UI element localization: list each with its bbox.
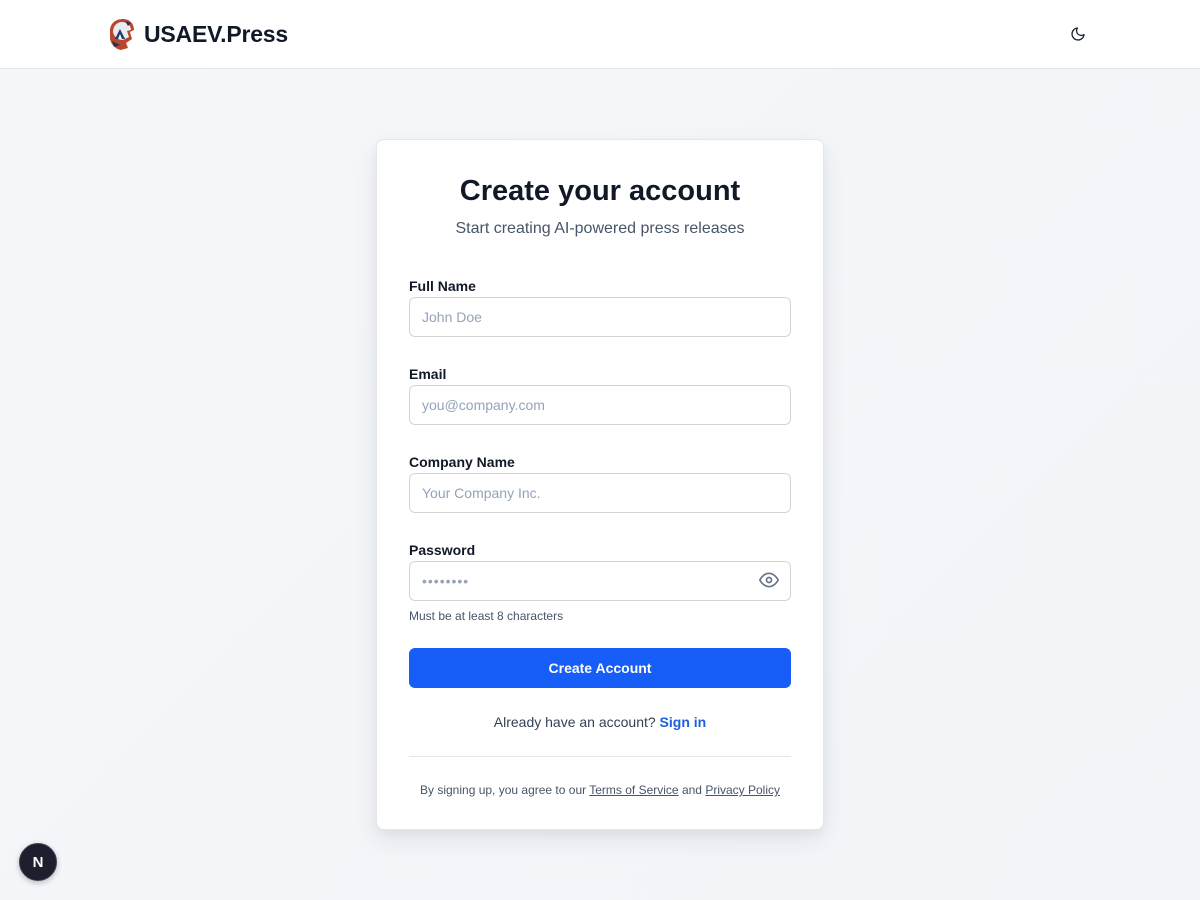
full-name-input[interactable] xyxy=(409,297,791,337)
terms-of-service-link[interactable]: Terms of Service xyxy=(589,783,678,797)
password-input[interactable] xyxy=(409,561,791,601)
eye-icon xyxy=(759,572,779,588)
page-title: Create your account xyxy=(459,175,741,207)
signin-link[interactable]: Sign in xyxy=(660,714,707,730)
legal-notice: By signing up, you agree to our Terms of… xyxy=(377,783,823,797)
password-label: Password xyxy=(409,542,476,558)
theme-toggle-button[interactable] xyxy=(1064,20,1092,48)
divider xyxy=(409,756,791,757)
page-subtitle: Start creating AI-powered press releases xyxy=(455,220,745,237)
signup-card: Create your account Start creating AI-po… xyxy=(376,139,824,830)
create-account-button[interactable]: Create Account xyxy=(409,648,791,688)
full-name-label: Full Name xyxy=(409,278,476,294)
legal-and: and xyxy=(681,783,702,797)
show-password-button[interactable] xyxy=(757,568,781,592)
brand[interactable]: USAEV.Press xyxy=(106,16,288,52)
email-input[interactable] xyxy=(409,385,791,425)
moon-icon xyxy=(1071,27,1085,41)
top-navbar: USAEV.Press xyxy=(0,0,1200,69)
signin-prompt: Already have an account? xyxy=(493,714,656,730)
privacy-policy-link[interactable]: Privacy Policy xyxy=(705,783,780,797)
brand-name: USAEV.Press xyxy=(144,20,288,47)
legal-prefix: By signing up, you agree to our xyxy=(420,783,587,797)
nextjs-dev-badge[interactable]: N xyxy=(19,843,57,881)
email-label: Email xyxy=(409,366,447,382)
signin-row: Already have an account? Sign in xyxy=(377,714,823,730)
nextjs-logo-icon: N xyxy=(32,853,44,871)
company-name-input[interactable] xyxy=(409,473,791,513)
password-hint: Must be at least 8 characters xyxy=(409,609,564,623)
usaev-press-logo-icon xyxy=(110,19,134,50)
company-name-label: Company Name xyxy=(409,454,515,470)
